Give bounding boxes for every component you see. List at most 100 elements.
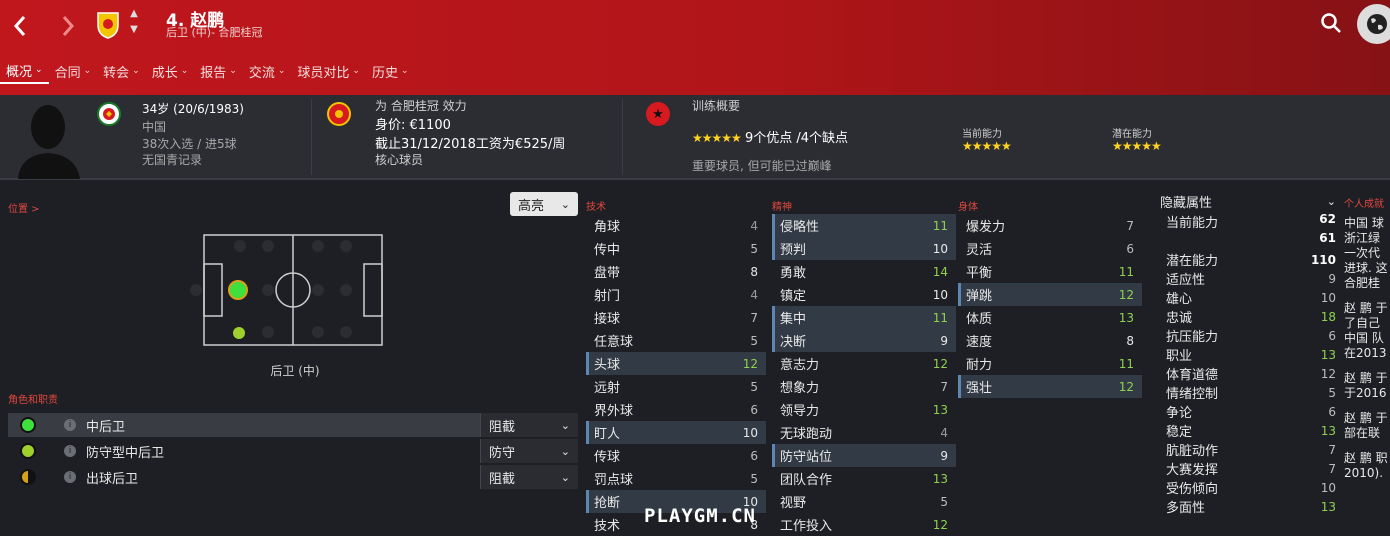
hidden-attribute-name: 多面性 <box>1166 501 1206 516</box>
international-caps: 38次入选 / 进5球 <box>142 137 237 151</box>
attribute-row[interactable]: 角球 4 <box>586 214 766 237</box>
attribute-row[interactable]: 领导力 13 <box>772 398 956 421</box>
attribute-row[interactable]: 视野 5 <box>772 490 956 513</box>
attribute-row[interactable]: 意志力 12 <box>772 352 956 375</box>
info-icon[interactable]: i <box>64 419 76 431</box>
hidden-attribute-name: 适应性 <box>1166 273 1206 288</box>
attribute-row[interactable]: 决断 9 <box>772 329 956 352</box>
attribute-name: 集中 <box>780 312 807 327</box>
role-row[interactable]: i 防守型中后卫 防守 ⌄ <box>8 439 578 463</box>
tab-contract[interactable]: 合同 ⌄ <box>49 58 98 84</box>
forward-button[interactable] <box>54 10 82 42</box>
back-button[interactable] <box>6 10 34 42</box>
tab-reports[interactable]: 报告 ⌄ <box>194 58 243 84</box>
duty-dropdown[interactable]: 阻截 ⌄ <box>480 413 578 437</box>
attribute-value: 7 <box>940 379 948 394</box>
hidden-attribute-value: 110 <box>1310 252 1336 267</box>
info-icon[interactable]: i <box>64 471 76 483</box>
attribute-row[interactable]: 耐力 11 <box>958 352 1142 375</box>
attribute-row[interactable]: 弹跳 12 <box>958 283 1142 306</box>
hidden-attribute-name: 雄心 <box>1166 292 1193 307</box>
tab-transfer[interactable]: 转会 ⌄ <box>97 58 146 84</box>
attribute-row[interactable]: 界外球 6 <box>586 398 766 421</box>
attribute-name: 强壮 <box>966 381 993 396</box>
tab-label: 历史 <box>371 65 398 81</box>
attribute-row[interactable]: 无球跑动 4 <box>772 421 956 444</box>
attribute-row[interactable]: 传中 5 <box>586 237 766 260</box>
attribute-row[interactable]: 团队合作 13 <box>772 467 956 490</box>
role-suitability-icon <box>20 469 36 485</box>
attribute-row[interactable]: 传球 6 <box>586 444 766 467</box>
club-crest-icon[interactable] <box>96 11 120 39</box>
attribute-value: 11 <box>1118 356 1134 371</box>
attribute-name: 视野 <box>780 496 807 511</box>
tab-compare[interactable]: 球员对比 ⌄ <box>291 58 366 84</box>
chevron-down-icon: ⌄ <box>277 66 286 76</box>
attribute-row[interactable]: 预判 10 <box>772 237 956 260</box>
attribute-row[interactable]: 任意球 5 <box>586 329 766 352</box>
attribute-row[interactable]: 速度 8 <box>958 329 1142 352</box>
role-name: 出球后卫 <box>86 471 139 487</box>
attribute-row[interactable]: 接球 7 <box>586 306 766 329</box>
nation-flag-icon[interactable] <box>97 102 121 126</box>
attribute-row[interactable]: 爆发力 7 <box>958 214 1142 237</box>
world-button[interactable] <box>1357 4 1390 44</box>
chevron-up-icon[interactable]: ▲ <box>128 8 140 20</box>
tab-development[interactable]: 成长 ⌄ <box>146 58 195 84</box>
attribute-row[interactable]: 想象力 7 <box>772 375 956 398</box>
attribute-value: 10 <box>932 241 948 256</box>
tab-label: 报告 <box>200 65 227 81</box>
attribute-row[interactable]: 侵略性 11 <box>772 214 956 237</box>
chevron-down-icon: ⌄ <box>352 66 360 76</box>
attribute-row[interactable]: 勇敢 14 <box>772 260 956 283</box>
attribute-row[interactable]: 镇定 10 <box>772 283 956 306</box>
attribute-row[interactable]: 灵活 6 <box>958 237 1142 260</box>
current-ability-label: 当前能力 <box>962 129 1002 140</box>
attribute-row[interactable]: 罚点球 5 <box>586 467 766 490</box>
chevron-down-icon[interactable]: ▼ <box>128 24 140 36</box>
attribute-row[interactable]: 盘带 8 <box>586 260 766 283</box>
player-nation[interactable]: 中国 <box>142 118 166 135</box>
role-name: 防守型中后卫 <box>86 445 165 461</box>
contract-info: 截止31/12/2018工资为€525/周 <box>375 137 566 152</box>
position-pitch[interactable] <box>190 228 390 353</box>
attribute-name: 盯人 <box>594 427 621 442</box>
highlight-dropdown[interactable]: 高亮 ⌄ <box>510 192 578 216</box>
chevron-down-icon: ⌄ <box>560 418 570 432</box>
roles-title: 角色和职责 <box>8 395 58 406</box>
attribute-name: 远射 <box>594 381 621 396</box>
attribute-row[interactable]: 射门 4 <box>586 283 766 306</box>
attribute-row[interactable]: 远射 5 <box>586 375 766 398</box>
attribute-name: 镇定 <box>780 289 807 304</box>
hidden-attribute-value: 13 <box>1320 499 1336 514</box>
chevron-down-icon: ⌄ <box>180 66 189 76</box>
attribute-name: 射门 <box>594 289 621 304</box>
role-row[interactable]: i 中后卫 阻截 ⌄ <box>8 413 578 437</box>
attribute-row[interactable]: 防守站位 9 <box>772 444 956 467</box>
bio-line: 赵 鹏 于 <box>1344 371 1388 385</box>
tab-overview[interactable]: 概况 ⌄ <box>0 58 49 84</box>
bio-line: 中国 队 <box>1344 331 1384 345</box>
attribute-value: 10 <box>932 287 948 302</box>
role-row[interactable]: i 出球后卫 阻截 ⌄ <box>8 465 578 489</box>
attribute-row[interactable]: 平衡 11 <box>958 260 1142 283</box>
hidden-attribute-row: 大赛发挥 7 <box>1160 459 1340 479</box>
attribute-row[interactable]: 体质 13 <box>958 306 1142 329</box>
info-icon[interactable]: i <box>64 445 76 457</box>
position-title[interactable]: 位置 > <box>8 200 40 215</box>
attribute-row[interactable]: 强壮 12 <box>958 375 1142 398</box>
attribute-row[interactable]: 盯人 10 <box>586 421 766 444</box>
tab-history[interactable]: 历史 ⌄ <box>366 58 415 84</box>
club-badge-icon[interactable] <box>327 102 351 126</box>
search-button[interactable] <box>1320 12 1346 38</box>
attribute-row[interactable]: 集中 11 <box>772 306 956 329</box>
attribute-name: 预判 <box>780 243 807 258</box>
player-switch-arrows[interactable]: ▲ ▼ <box>128 8 140 36</box>
hidden-attributes-header[interactable]: 隐藏属性 ⌄ <box>1160 190 1340 212</box>
attribute-row[interactable]: 头球 12 <box>586 352 766 375</box>
duty-dropdown[interactable]: 防守 ⌄ <box>480 439 578 463</box>
attribute-value: 6 <box>750 402 758 417</box>
attribute-name: 工作投入 <box>780 519 833 534</box>
duty-dropdown[interactable]: 阻截 ⌄ <box>480 465 578 489</box>
tab-interaction[interactable]: 交流 ⌄ <box>243 58 292 84</box>
